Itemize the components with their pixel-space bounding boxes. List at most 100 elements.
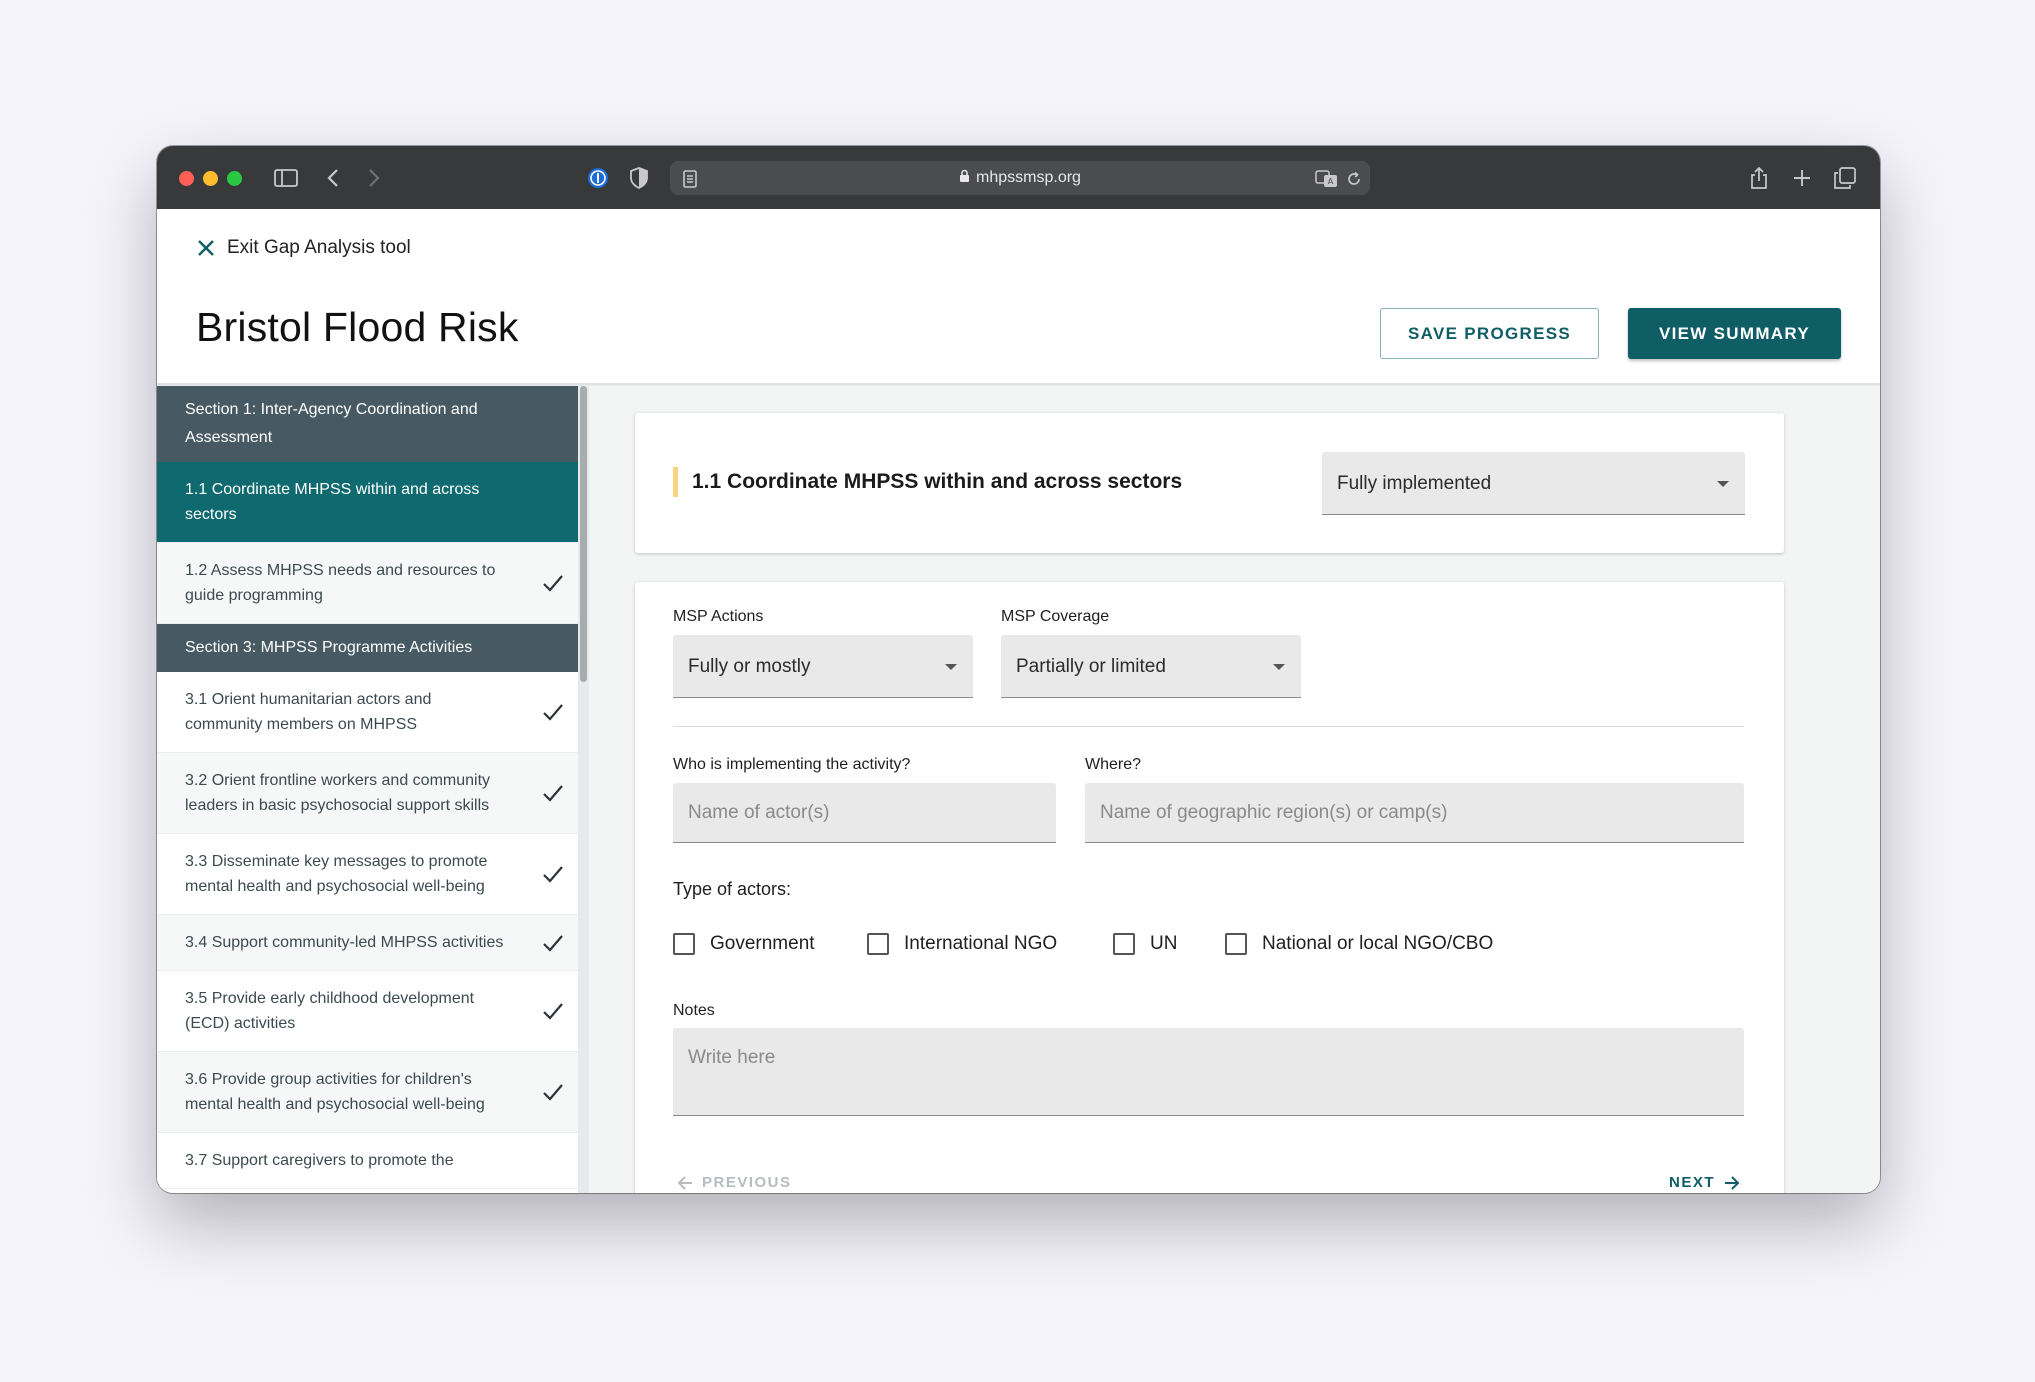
chevron-down-icon: [945, 664, 957, 670]
checkbox-box[interactable]: [867, 933, 889, 955]
main-content: 1.1 Coordinate MHPSS within and across s…: [589, 386, 1880, 1193]
checkbox-national-ngo[interactable]: National or local NGO/CBO: [1225, 933, 1493, 955]
msp-coverage-value: Partially or limited: [1016, 656, 1166, 677]
actor-name-input[interactable]: Name of actor(s): [673, 783, 1056, 843]
actor-type-label: Type of actors:: [673, 879, 792, 899]
back-icon[interactable]: [323, 164, 343, 192]
checkmark-icon: [543, 1003, 563, 1020]
checkmark-icon: [543, 934, 563, 952]
next-label: NEXT: [1668, 1174, 1715, 1191]
lock-icon: [960, 169, 970, 182]
checkbox-label: National or local NGO/CBO: [1262, 933, 1494, 954]
checkmark-icon: [543, 704, 563, 721]
notes-placeholder: Write here: [688, 1047, 776, 1068]
indicator-title: 1.1 Coordinate MHPSS within and across s…: [673, 467, 1182, 497]
zoom-window-button[interactable]: [227, 171, 242, 186]
msp-coverage-select[interactable]: Partially or limited: [1001, 635, 1301, 698]
region-placeholder: Name of geographic region(s) or camp(s): [1100, 802, 1448, 823]
checkbox-box[interactable]: [673, 933, 695, 955]
msp-actions-select[interactable]: Fully or mostly: [673, 635, 973, 698]
checkmark-icon: [543, 785, 563, 802]
app-header: Exit Gap Analysis tool Bristol Flood Ris…: [157, 209, 1880, 385]
checkmark-icon: [543, 575, 563, 592]
msp-coverage-label: MSP Coverage: [1001, 608, 1110, 625]
implementation-status-select[interactable]: Fully implemented: [1322, 452, 1745, 515]
sidebar-section-1-list: 1.1 Coordinate MHPSS within and across s…: [157, 462, 578, 624]
sidebar-item-label: 3.5 Provide early childhood development …: [185, 990, 475, 1032]
notes-textarea[interactable]: Write here: [673, 1028, 1744, 1116]
close-icon: [198, 240, 214, 256]
checkbox-un[interactable]: UN: [1113, 933, 1177, 955]
browser-toolbar: mhpssmsp.org A: [157, 146, 1880, 209]
minimize-window-button[interactable]: [203, 171, 218, 186]
reload-icon[interactable]: [1344, 165, 1364, 193]
checkbox-box[interactable]: [1225, 933, 1247, 955]
sidebar-scrollbar[interactable]: [578, 386, 589, 1193]
sidebar-section-3-list: 3.1 Orient humanitarian actors and commu…: [157, 672, 578, 1189]
actor-name-placeholder: Name of actor(s): [688, 802, 830, 823]
where-label: Where?: [1085, 756, 1142, 773]
new-tab-icon[interactable]: [1791, 164, 1813, 192]
next-button[interactable]: NEXT: [1669, 1174, 1740, 1191]
translate-icon[interactable]: A: [1314, 165, 1340, 193]
sidebar-item[interactable]: 3.4 Support community-led MHPSS activiti…: [157, 915, 578, 971]
msp-actions-label: MSP Actions: [673, 608, 764, 625]
sidebar-item-label: 3.4 Support community-led MHPSS activiti…: [185, 934, 504, 951]
sidebar-section-3-header: Section 3: MHPSS Programme Activities: [157, 624, 578, 672]
sidebar-item[interactable]: 3.7 Support caregivers to promote the: [157, 1133, 578, 1189]
details-card: MSP Actions Fully or mostly MSP Coverage…: [635, 582, 1784, 1193]
sidebar-item-label: 1.2 Assess MHPSS needs and resources to …: [185, 562, 496, 604]
privacy-shield-icon[interactable]: [628, 164, 650, 192]
sidebar-item[interactable]: 3.5 Provide early childhood development …: [157, 971, 578, 1052]
arrow-left-icon: [677, 1175, 692, 1190]
sidebar-scrollbar-thumb[interactable]: [580, 386, 587, 682]
previous-button[interactable]: PREVIOUS: [677, 1174, 792, 1191]
checkbox-label: Government: [710, 933, 815, 954]
forward-icon[interactable]: [364, 164, 384, 192]
close-window-button[interactable]: [179, 171, 194, 186]
implementation-status-value: Fully implemented: [1337, 473, 1492, 494]
tab-overview-icon[interactable]: [1833, 164, 1857, 192]
sidebar-item-label: 3.6 Provide group activities for childre…: [185, 1071, 485, 1113]
sidebar-item[interactable]: 3.3 Disseminate key messages to promote …: [157, 834, 578, 915]
region-input[interactable]: Name of geographic region(s) or camp(s): [1085, 783, 1744, 843]
sidebar-item[interactable]: 3.1 Orient humanitarian actors and commu…: [157, 672, 578, 753]
url-text: mhpssmsp.org: [976, 169, 1081, 186]
sidebar-item[interactable]: 1.1 Coordinate MHPSS within and across s…: [157, 462, 578, 543]
who-implementing-label: Who is implementing the activity?: [673, 756, 911, 773]
share-icon[interactable]: [1747, 164, 1771, 192]
page-title: Bristol Flood Risk: [196, 304, 519, 350]
notes-label: Notes: [673, 1002, 715, 1019]
password-manager-icon[interactable]: [585, 164, 611, 192]
arrow-right-icon: [1725, 1175, 1740, 1190]
sidebar-item[interactable]: 3.6 Provide group activities for childre…: [157, 1052, 578, 1133]
sidebar-item[interactable]: 1.2 Assess MHPSS needs and resources to …: [157, 543, 578, 624]
url-display: mhpssmsp.org: [670, 161, 1370, 195]
checkbox-box[interactable]: [1113, 933, 1135, 955]
address-bar[interactable]: mhpssmsp.org A: [670, 161, 1370, 195]
exit-tool-link[interactable]: Exit Gap Analysis tool: [197, 237, 411, 259]
sidebar-item-label: 1.1 Coordinate MHPSS within and across s…: [185, 481, 480, 523]
chevron-down-icon: [1273, 664, 1285, 670]
sidebar-item-label: 3.3 Disseminate key messages to promote …: [185, 853, 488, 895]
checkmark-icon: [543, 1084, 563, 1101]
sidebar-item[interactable]: 3.2 Orient frontline workers and communi…: [157, 753, 578, 834]
previous-label: PREVIOUS: [702, 1174, 792, 1191]
svg-text:A: A: [1328, 177, 1334, 186]
chevron-down-icon: [1717, 481, 1729, 487]
checkmark-icon: [543, 866, 563, 883]
sidebar-toggle-icon[interactable]: [273, 164, 299, 192]
sidebar-item-label: 3.7 Support caregivers to promote the: [185, 1152, 454, 1169]
section-divider: [673, 726, 1744, 727]
browser-window: mhpssmsp.org A Exit Gap Analysis tool Br…: [157, 146, 1880, 1193]
checkbox-label: International NGO: [904, 933, 1058, 954]
checkbox-government[interactable]: Government: [673, 933, 815, 955]
sidebar-section-1-header: Section 1: Inter-Agency Coordination and…: [157, 386, 578, 462]
view-summary-button[interactable]: VIEW SUMMARY: [1628, 308, 1841, 359]
checkbox-international-ngo[interactable]: International NGO: [867, 933, 1057, 955]
sidebar: Section 1: Inter-Agency Coordination and…: [157, 386, 578, 1193]
sidebar-item-label: 3.1 Orient humanitarian actors and commu…: [185, 691, 432, 733]
save-progress-button[interactable]: SAVE PROGRESS: [1380, 308, 1599, 359]
checkbox-label: UN: [1150, 933, 1178, 954]
indicator-card: 1.1 Coordinate MHPSS within and across s…: [635, 413, 1784, 553]
